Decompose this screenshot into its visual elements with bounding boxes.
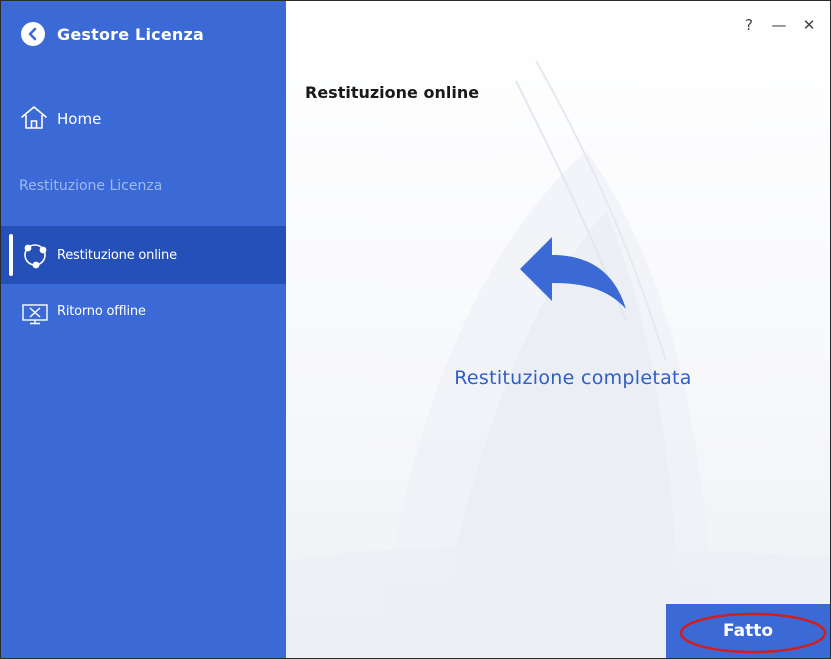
network-nodes-icon bbox=[21, 241, 49, 269]
minimize-button[interactable]: — bbox=[764, 13, 794, 37]
section-label-license-return: Restituzione Licenza bbox=[19, 178, 163, 194]
sidebar-item-online-return-label: Restituzione online bbox=[57, 247, 177, 263]
sidebar: Gestore Licenza Home Restituzione Licenz… bbox=[1, 1, 286, 658]
license-manager-window: Gestore Licenza Home Restituzione Licenz… bbox=[0, 0, 831, 659]
monitor-x-icon bbox=[21, 303, 49, 325]
sidebar-item-home-label: Home bbox=[57, 110, 102, 128]
sidebar-item-offline-return-label: Ritorno offline bbox=[57, 304, 146, 319]
window-controls: ? — ✕ bbox=[734, 13, 824, 37]
sidebar-item-online-return[interactable]: Restituzione online bbox=[1, 226, 286, 284]
close-button[interactable]: ✕ bbox=[794, 13, 824, 37]
help-button[interactable]: ? bbox=[734, 13, 764, 37]
main-content: ? — ✕ Restituzione online Restituzione c… bbox=[286, 1, 830, 658]
app-brand[interactable]: Gestore Licenza bbox=[21, 21, 204, 47]
return-arrow-icon bbox=[516, 233, 634, 317]
status-message: Restituzione completata bbox=[454, 367, 692, 389]
done-button[interactable]: Fatto bbox=[666, 604, 830, 658]
back-arrow-circle-icon[interactable] bbox=[21, 22, 45, 46]
app-title: Gestore Licenza bbox=[57, 24, 204, 44]
page-title: Restituzione online bbox=[305, 83, 480, 102]
done-button-label: Fatto bbox=[722, 621, 774, 641]
home-icon bbox=[19, 104, 49, 134]
sidebar-item-home[interactable]: Home bbox=[19, 104, 101, 134]
sidebar-item-offline-return[interactable]: Ritorno offline bbox=[1, 286, 286, 342]
